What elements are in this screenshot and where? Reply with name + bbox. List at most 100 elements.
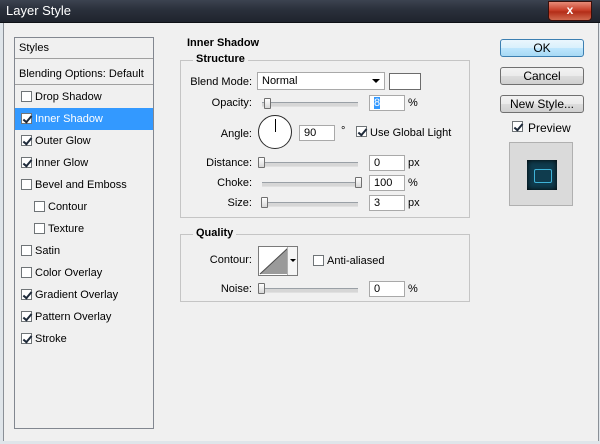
style-item-checkbox[interactable] (34, 201, 45, 212)
style-item[interactable]: Inner Glow (15, 152, 153, 174)
distance-label: Distance: (206, 157, 252, 169)
opacity-label: Opacity: (211, 97, 252, 109)
contour-curve-icon (259, 247, 289, 275)
use-global-light-label: Use Global Light (370, 127, 452, 139)
noise-value: 0 (374, 283, 381, 295)
style-item-checkbox[interactable] (21, 179, 32, 190)
style-item-checkbox[interactable] (21, 113, 32, 124)
close-button[interactable]: x (548, 1, 592, 21)
size-value: 3 (374, 197, 381, 209)
size-slider-track[interactable] (262, 202, 358, 207)
preview-label: Preview (528, 121, 571, 135)
style-item-checkbox[interactable] (34, 223, 45, 234)
preview-checkbox[interactable] (512, 121, 523, 132)
choke-slider-thumb[interactable] (355, 177, 362, 188)
style-item[interactable]: Inner Shadow (15, 108, 153, 130)
blending-options-label: Blending Options: Default (19, 68, 144, 80)
noise-slider-track[interactable] (262, 288, 358, 293)
contour-label: Contour: (209, 254, 252, 266)
noise-label: Noise: (220, 283, 252, 295)
style-item-checkbox[interactable] (21, 333, 32, 344)
style-item[interactable]: Bevel and Emboss (15, 174, 153, 196)
use-global-light-checkbox[interactable] (356, 126, 367, 137)
style-item-checkbox[interactable] (21, 267, 32, 278)
opacity-value: 8 (374, 97, 381, 109)
style-item[interactable]: Outer Glow (15, 130, 153, 152)
chevron-down-icon (372, 79, 380, 83)
opacity-slider-track[interactable] (262, 102, 358, 107)
style-item-label: Gradient Overlay (35, 289, 119, 301)
distance-slider-track[interactable] (262, 162, 358, 167)
anti-aliased-label: Anti-aliased (327, 255, 385, 267)
choke-label: Choke: (217, 177, 252, 189)
size-label: Size: (227, 197, 252, 209)
style-item-label: Inner Glow (35, 157, 89, 169)
style-item-label: Contour (48, 201, 88, 213)
style-item[interactable]: Contour (15, 196, 153, 218)
window-title: Layer Style (6, 3, 72, 18)
blend-mode-select[interactable]: Normal (257, 72, 385, 90)
style-item-label: Satin (35, 245, 61, 257)
distance-unit: px (408, 157, 420, 169)
size-unit: px (408, 197, 420, 209)
style-item[interactable]: Gradient Overlay (15, 284, 153, 306)
style-item-label: Inner Shadow (35, 113, 103, 125)
styles-header[interactable]: Styles (15, 38, 153, 59)
style-item-label: Texture (48, 223, 85, 235)
preview-thumbnail (509, 142, 573, 206)
style-item-checkbox[interactable] (21, 157, 32, 168)
style-item-checkbox[interactable] (21, 245, 32, 256)
style-item-label: Stroke (35, 333, 67, 345)
style-item-label: Outer Glow (35, 135, 91, 147)
contour-dropdown-arrow[interactable] (287, 247, 297, 275)
size-slider-thumb[interactable] (261, 197, 268, 208)
cancel-button[interactable]: Cancel (500, 67, 584, 85)
style-item-checkbox[interactable] (21, 91, 32, 102)
style-item-label: Drop Shadow (35, 91, 102, 103)
style-item[interactable]: Stroke (15, 328, 153, 350)
structure-title: Structure (193, 53, 248, 65)
distance-value: 0 (374, 157, 381, 169)
preview-swatch (527, 160, 557, 190)
ok-button[interactable]: OK (500, 39, 584, 57)
angle-input[interactable]: 90 (299, 125, 335, 141)
styles-list: Styles Blending Options: Default Drop Sh… (14, 37, 154, 429)
style-item-label: Bevel and Emboss (35, 179, 127, 191)
style-item-label: Pattern Overlay (35, 311, 112, 323)
opacity-input[interactable]: 8 (369, 95, 405, 111)
preview-glow-shape (534, 169, 552, 183)
size-input[interactable]: 3 (369, 195, 405, 211)
title-bar: Layer Style x (0, 0, 600, 23)
angle-value: 90 (304, 127, 317, 139)
style-item-checkbox[interactable] (21, 135, 32, 146)
opacity-unit: % (408, 97, 418, 109)
noise-slider-thumb[interactable] (258, 283, 265, 294)
distance-input[interactable]: 0 (369, 155, 405, 171)
style-item-checkbox[interactable] (21, 311, 32, 322)
style-item[interactable]: Texture (15, 218, 153, 240)
choke-slider-track[interactable] (262, 182, 358, 187)
style-item[interactable]: Color Overlay (15, 262, 153, 284)
style-item-label: Color Overlay (35, 267, 103, 279)
contour-picker[interactable] (258, 246, 298, 276)
blend-mode-value: Normal (262, 75, 298, 87)
distance-slider-thumb[interactable] (258, 157, 265, 168)
style-item-checkbox[interactable] (21, 289, 32, 300)
style-item[interactable]: Satin (15, 240, 153, 262)
new-style-button[interactable]: New Style... (500, 95, 584, 113)
choke-input[interactable]: 100 (369, 175, 405, 191)
shadow-color-swatch[interactable] (389, 73, 421, 90)
style-item[interactable]: Pattern Overlay (15, 306, 153, 328)
choke-value: 100 (374, 177, 393, 189)
choke-unit: % (408, 177, 418, 189)
noise-unit: % (408, 283, 418, 295)
noise-input[interactable]: 0 (369, 281, 405, 297)
styles-header-label: Styles (19, 42, 49, 54)
anti-aliased-checkbox[interactable] (313, 255, 324, 266)
angle-unit: ° (341, 125, 346, 137)
quality-title: Quality (193, 227, 237, 239)
blending-options-item[interactable]: Blending Options: Default (15, 64, 153, 85)
opacity-slider-thumb[interactable] (264, 98, 271, 109)
angle-dial[interactable] (258, 115, 292, 149)
style-item[interactable]: Drop Shadow (15, 86, 153, 108)
